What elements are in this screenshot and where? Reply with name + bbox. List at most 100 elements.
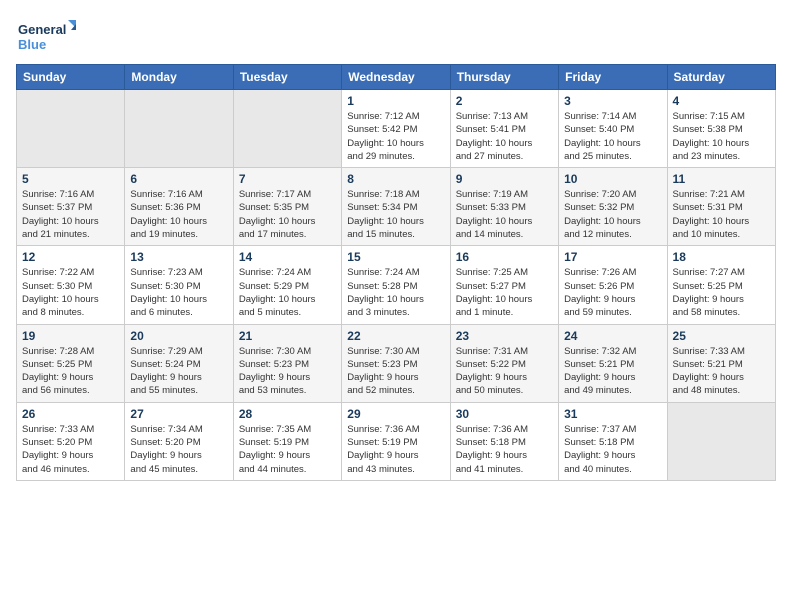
day-number: 27 xyxy=(130,407,227,421)
day-number: 25 xyxy=(673,329,770,343)
day-number: 16 xyxy=(456,250,553,264)
weekday-header-monday: Monday xyxy=(125,65,233,90)
calendar-cell: 15 Sunrise: 7:24 AMSunset: 5:28 PMDayligh… xyxy=(342,246,450,324)
day-info: Sunrise: 7:36 AMSunset: 5:19 PMDaylight:… xyxy=(347,423,444,476)
day-info: Sunrise: 7:27 AMSunset: 5:25 PMDaylight:… xyxy=(673,266,770,319)
calendar-cell: 7Sunrise: 7:17 AMSunset: 5:35 PMDaylight… xyxy=(233,168,341,246)
calendar-body: 1Sunrise: 7:12 AMSunset: 5:42 PMDaylight… xyxy=(17,90,776,481)
day-number: 21 xyxy=(239,329,336,343)
day-info: Sunrise: 7:24 AMSunset: 5:29 PMDaylight:… xyxy=(239,266,336,319)
logo: General Blue xyxy=(16,16,76,56)
calendar-cell: 23 Sunrise: 7:31 AMSunset: 5:22 PMDayligh… xyxy=(450,324,558,402)
day-info: Sunrise: 7:28 AMSunset: 5:25 PMDaylight:… xyxy=(22,345,119,398)
calendar-cell: 12Sunrise: 7:22 AMSunset: 5:30 PMDayligh… xyxy=(17,246,125,324)
week-row-2: 5 Sunrise: 7:16 AMSunset: 5:37 PMDaylight… xyxy=(17,168,776,246)
day-info: Sunrise: 7:36 AMSunset: 5:18 PMDaylight:… xyxy=(456,423,553,476)
day-number: 19 xyxy=(22,329,119,343)
day-info: Sunrise: 7:32 AMSunset: 5:21 PMDaylight:… xyxy=(564,345,661,398)
day-number: 14 xyxy=(239,250,336,264)
day-number: 15 xyxy=(347,250,444,264)
day-info: Sunrise: 7:34 AMSunset: 5:20 PMDaylight:… xyxy=(130,423,227,476)
day-info: Sunrise: 7:23 AMSunset: 5:30 PMDaylight:… xyxy=(130,266,227,319)
day-info: Sunrise: 7:16 AMSunset: 5:37 PMDaylight:… xyxy=(22,188,119,241)
weekday-header-friday: Friday xyxy=(559,65,667,90)
calendar-cell: 28Sunrise: 7:35 AMSunset: 5:19 PMDayligh… xyxy=(233,402,341,480)
day-number: 17 xyxy=(564,250,661,264)
day-number: 4 xyxy=(673,94,770,108)
weekday-header-tuesday: Tuesday xyxy=(233,65,341,90)
calendar-cell: 20 Sunrise: 7:29 AMSunset: 5:24 PMDayligh… xyxy=(125,324,233,402)
day-number: 29 xyxy=(347,407,444,421)
day-number: 5 xyxy=(22,172,119,186)
calendar-cell: 9Sunrise: 7:19 AMSunset: 5:33 PMDaylight… xyxy=(450,168,558,246)
calendar-cell: 26 Sunrise: 7:33 AMSunset: 5:20 PMDayligh… xyxy=(17,402,125,480)
day-number: 10 xyxy=(564,172,661,186)
calendar-cell: 11 Sunrise: 7:21 AMSunset: 5:31 PMDayligh… xyxy=(667,168,775,246)
weekday-header-saturday: Saturday xyxy=(667,65,775,90)
svg-text:Blue: Blue xyxy=(18,37,46,52)
day-number: 11 xyxy=(673,172,770,186)
calendar-cell: 1Sunrise: 7:12 AMSunset: 5:42 PMDaylight… xyxy=(342,90,450,168)
day-number: 2 xyxy=(456,94,553,108)
day-number: 20 xyxy=(130,329,227,343)
weekday-header-wednesday: Wednesday xyxy=(342,65,450,90)
day-info: Sunrise: 7:18 AMSunset: 5:34 PMDaylight:… xyxy=(347,188,444,241)
weekday-header-sunday: Sunday xyxy=(17,65,125,90)
weekday-row: SundayMondayTuesdayWednesdayThursdayFrid… xyxy=(17,65,776,90)
day-info: Sunrise: 7:13 AMSunset: 5:41 PMDaylight:… xyxy=(456,110,553,163)
day-number: 12 xyxy=(22,250,119,264)
calendar-cell: 24Sunrise: 7:32 AMSunset: 5:21 PMDayligh… xyxy=(559,324,667,402)
calendar-cell: 3Sunrise: 7:14 AMSunset: 5:40 PMDaylight… xyxy=(559,90,667,168)
calendar-cell: 27 Sunrise: 7:34 AMSunset: 5:20 PMDayligh… xyxy=(125,402,233,480)
calendar-cell xyxy=(125,90,233,168)
calendar-cell: 30 Sunrise: 7:36 AMSunset: 5:18 PMDayligh… xyxy=(450,402,558,480)
day-number: 18 xyxy=(673,250,770,264)
day-info: Sunrise: 7:26 AMSunset: 5:26 PMDaylight:… xyxy=(564,266,661,319)
day-info: Sunrise: 7:30 AMSunset: 5:23 PMDaylight:… xyxy=(239,345,336,398)
day-info: Sunrise: 7:25 AMSunset: 5:27 PMDaylight:… xyxy=(456,266,553,319)
calendar-cell: 5 Sunrise: 7:16 AMSunset: 5:37 PMDaylight… xyxy=(17,168,125,246)
page-header: General Blue xyxy=(16,16,776,56)
day-info: Sunrise: 7:30 AMSunset: 5:23 PMDaylight:… xyxy=(347,345,444,398)
day-number: 8 xyxy=(347,172,444,186)
week-row-1: 1Sunrise: 7:12 AMSunset: 5:42 PMDaylight… xyxy=(17,90,776,168)
calendar-cell: 17 Sunrise: 7:26 AMSunset: 5:26 PMDayligh… xyxy=(559,246,667,324)
day-info: Sunrise: 7:24 AMSunset: 5:28 PMDaylight:… xyxy=(347,266,444,319)
week-row-5: 26 Sunrise: 7:33 AMSunset: 5:20 PMDayligh… xyxy=(17,402,776,480)
calendar-cell: 13Sunrise: 7:23 AMSunset: 5:30 PMDayligh… xyxy=(125,246,233,324)
day-info: Sunrise: 7:31 AMSunset: 5:22 PMDaylight:… xyxy=(456,345,553,398)
calendar-cell: 31Sunrise: 7:37 AMSunset: 5:18 PMDayligh… xyxy=(559,402,667,480)
day-number: 22 xyxy=(347,329,444,343)
calendar-table: SundayMondayTuesdayWednesdayThursdayFrid… xyxy=(16,64,776,481)
day-info: Sunrise: 7:20 AMSunset: 5:32 PMDaylight:… xyxy=(564,188,661,241)
calendar-cell xyxy=(233,90,341,168)
logo-svg: General Blue xyxy=(16,16,76,56)
day-info: Sunrise: 7:15 AMSunset: 5:38 PMDaylight:… xyxy=(673,110,770,163)
day-number: 26 xyxy=(22,407,119,421)
day-info: Sunrise: 7:21 AMSunset: 5:31 PMDaylight:… xyxy=(673,188,770,241)
day-info: Sunrise: 7:33 AMSunset: 5:21 PMDaylight:… xyxy=(673,345,770,398)
week-row-3: 12Sunrise: 7:22 AMSunset: 5:30 PMDayligh… xyxy=(17,246,776,324)
day-number: 6 xyxy=(130,172,227,186)
day-number: 7 xyxy=(239,172,336,186)
calendar-cell: 6 Sunrise: 7:16 AMSunset: 5:36 PMDaylight… xyxy=(125,168,233,246)
calendar-cell: 18 Sunrise: 7:27 AMSunset: 5:25 PMDayligh… xyxy=(667,246,775,324)
calendar-cell xyxy=(667,402,775,480)
calendar-cell: 22 Sunrise: 7:30 AMSunset: 5:23 PMDayligh… xyxy=(342,324,450,402)
day-info: Sunrise: 7:12 AMSunset: 5:42 PMDaylight:… xyxy=(347,110,444,163)
calendar-cell: 2 Sunrise: 7:13 AMSunset: 5:41 PMDaylight… xyxy=(450,90,558,168)
calendar-cell: 19 Sunrise: 7:28 AMSunset: 5:25 PMDayligh… xyxy=(17,324,125,402)
day-info: Sunrise: 7:16 AMSunset: 5:36 PMDaylight:… xyxy=(130,188,227,241)
day-number: 28 xyxy=(239,407,336,421)
week-row-4: 19 Sunrise: 7:28 AMSunset: 5:25 PMDayligh… xyxy=(17,324,776,402)
day-number: 3 xyxy=(564,94,661,108)
day-info: Sunrise: 7:19 AMSunset: 5:33 PMDaylight:… xyxy=(456,188,553,241)
day-number: 30 xyxy=(456,407,553,421)
day-info: Sunrise: 7:29 AMSunset: 5:24 PMDaylight:… xyxy=(130,345,227,398)
day-info: Sunrise: 7:33 AMSunset: 5:20 PMDaylight:… xyxy=(22,423,119,476)
day-info: Sunrise: 7:37 AMSunset: 5:18 PMDaylight:… xyxy=(564,423,661,476)
calendar-cell: 8 Sunrise: 7:18 AMSunset: 5:34 PMDaylight… xyxy=(342,168,450,246)
page-container: General Blue SundayMondayTuesdayWednesda… xyxy=(0,0,792,491)
svg-text:General: General xyxy=(18,22,66,37)
day-number: 23 xyxy=(456,329,553,343)
